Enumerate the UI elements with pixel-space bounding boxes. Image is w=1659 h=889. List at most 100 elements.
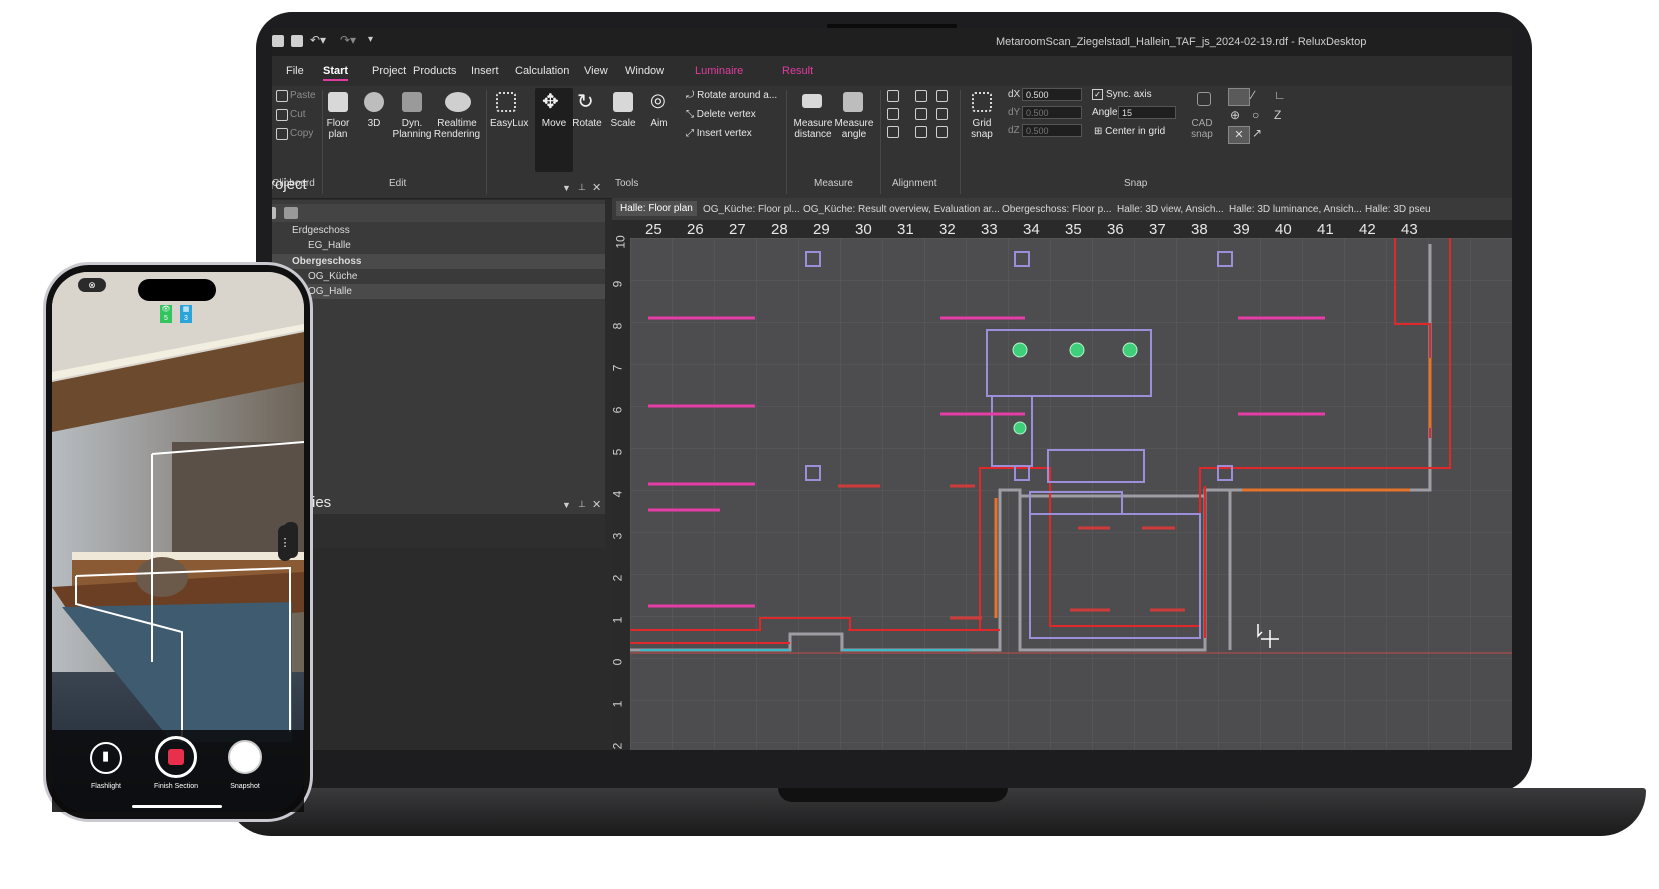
alignment-group-label: Alignment [892, 178, 937, 189]
snap-group-label: Snap [1124, 178, 1148, 189]
tab-obergeschoss-floor-plan[interactable]: Obergeschoss: Floor p... [1002, 204, 1112, 215]
aim-button[interactable]: Aim [644, 118, 674, 129]
snap-arrow-icon[interactable]: ↗ [1252, 126, 1262, 140]
snapshot-button[interactable] [228, 740, 262, 774]
save-icon[interactable] [272, 35, 284, 47]
more-options-icon[interactable]: ⋮ [278, 525, 292, 561]
ruler-tick: 27 [729, 221, 746, 238]
measure-angle-button[interactable]: Measure angle [831, 118, 877, 140]
menu-view[interactable]: View [584, 65, 608, 77]
panel-pin-icon[interactable]: ⊥ [578, 499, 586, 510]
cad-snap-button[interactable]: CAD snap [1186, 118, 1218, 140]
snap-diagonal-icon[interactable]: ∕ [1252, 88, 1254, 102]
align-top-icon[interactable] [915, 90, 927, 102]
cut-button[interactable]: Cut [290, 109, 306, 120]
ruler-tick: 0 [610, 658, 625, 666]
dx-input[interactable]: 0.500 [1022, 88, 1082, 101]
tab-halle-floor-plan[interactable]: Halle: Floor plan [616, 201, 697, 216]
menu-project[interactable]: Project [372, 65, 406, 77]
distribute-v-icon[interactable] [936, 108, 948, 120]
project-toolbar [272, 204, 605, 222]
measure-distance-icon [802, 94, 822, 108]
menu-file[interactable]: File [286, 65, 304, 77]
layers-icon[interactable] [272, 207, 276, 219]
measure-distance-button[interactable]: Measure distance [790, 118, 836, 140]
measure-angle-icon [843, 92, 863, 112]
sync-axis-checkbox[interactable]: ✓ [1092, 89, 1103, 100]
paste-button[interactable]: Paste [290, 90, 316, 101]
menu-insert[interactable]: Insert [471, 65, 499, 77]
tab-halle-3d-view[interactable]: Halle: 3D view, Ansich... [1117, 204, 1224, 215]
tree-item[interactable]: OG_Küche [272, 269, 605, 284]
dyn-planning-button[interactable]: Dyn. Planning [390, 118, 434, 140]
tree-item[interactable]: EG_Halle [272, 238, 605, 253]
align-bottom-icon[interactable] [915, 126, 927, 138]
3d-icon [364, 92, 384, 112]
move-button[interactable]: Move [536, 118, 572, 129]
close-icon[interactable]: ⊗ [78, 278, 106, 292]
tab-og-kueche-floor-plan[interactable]: OG_Küche: Floor pl... [703, 204, 800, 215]
redo-icon[interactable]: ↷▾ [340, 33, 356, 47]
menu-start[interactable]: Start [323, 65, 349, 81]
tab-halle-3d-pseudo[interactable]: Halle: 3D pseu [1365, 204, 1431, 215]
ruler-tick: 29 [813, 221, 830, 238]
snap-corner-icon[interactable]: ∟ [1274, 88, 1286, 102]
tab-halle-3d-luminance[interactable]: Halle: 3D luminance, Ansich... [1229, 204, 1362, 215]
tree-item[interactable]: Erdgeschoss [272, 223, 605, 238]
tree-item[interactable]: OG_Halle [272, 284, 605, 299]
align-right-icon[interactable] [887, 126, 899, 138]
menu-calculation[interactable]: Calculation [515, 65, 569, 77]
menu-result[interactable]: Result [782, 65, 813, 77]
menu-luminaire[interactable]: Luminaire [695, 65, 743, 77]
ribbon-separator [486, 90, 487, 194]
tab-og-kueche-result[interactable]: OG_Küche: Result overview, Evaluation ar… [803, 204, 1000, 215]
panel-pin-icon[interactable]: ⊥ [578, 182, 586, 193]
dynamic-island [138, 279, 216, 301]
menu-products[interactable]: Products [413, 65, 456, 77]
cut-icon [276, 109, 288, 121]
align-grid-icon[interactable] [936, 126, 948, 138]
undo-icon[interactable]: ↶▾ [310, 33, 326, 47]
menu-window[interactable]: Window [625, 65, 664, 77]
rotate-around-button[interactable]: ⤾ Rotate around a... [686, 90, 777, 101]
ruler-tick: 31 [897, 221, 914, 238]
easylux-icon [496, 92, 516, 112]
ruler-tick: 38 [1191, 221, 1208, 238]
panel-dropdown-icon[interactable]: ▼ [562, 183, 571, 193]
realtime-rendering-button[interactable]: Realtime Rendering [432, 118, 482, 140]
dz-input[interactable]: 0.500 [1022, 124, 1082, 137]
tree-item-selected[interactable]: Obergeschoss [272, 254, 605, 269]
snap-z-icon[interactable]: Z [1274, 108, 1281, 122]
snap-cross-toggle[interactable]: ✕ [1228, 126, 1250, 144]
rotate-button[interactable]: Rotate [570, 118, 604, 129]
scale-button[interactable]: Scale [608, 118, 638, 129]
floor-plan-canvas[interactable] [630, 238, 1512, 750]
snap-circle-plus-icon[interactable]: ⊕ [1230, 108, 1240, 122]
move-icon: ✥ [542, 91, 559, 113]
snap-line-toggle[interactable] [1228, 88, 1250, 106]
ruler-tick: 42 [1359, 221, 1376, 238]
delete-vertex-button[interactable]: ⤡ Delete vertex [686, 109, 756, 120]
easylux-button[interactable]: EasyLux [490, 118, 528, 129]
align-middle-icon[interactable] [915, 108, 927, 120]
angle-input[interactable]: 15 [1118, 106, 1176, 119]
floor-plan-button[interactable]: Floor plan [322, 118, 354, 140]
copy-button[interactable]: Copy [290, 128, 313, 139]
dy-input[interactable]: 0.500 [1022, 106, 1082, 119]
insert-vertex-button[interactable]: ⤢ Insert vertex [686, 128, 752, 139]
ruler-tick: 37 [1149, 221, 1166, 238]
grid-snap-button[interactable]: Grid snap [966, 118, 998, 140]
customize-icon[interactable]: ▾ [368, 34, 373, 45]
room-icon[interactable] [284, 207, 298, 219]
realtime-rendering-icon [445, 92, 471, 112]
align-center-icon[interactable] [887, 108, 899, 120]
print-icon[interactable] [291, 35, 303, 47]
distribute-h-icon[interactable] [936, 90, 948, 102]
align-left-icon[interactable] [887, 90, 899, 102]
panel-close-icon[interactable]: ✕ [592, 181, 601, 194]
panel-dropdown-icon[interactable]: ▼ [562, 500, 571, 510]
panel-close-icon[interactable]: ✕ [592, 498, 601, 511]
center-in-grid-button[interactable]: ⊞ Center in grid [1094, 126, 1165, 137]
3d-button[interactable]: 3D [364, 118, 384, 129]
snap-circle-icon[interactable]: ○ [1252, 108, 1259, 122]
